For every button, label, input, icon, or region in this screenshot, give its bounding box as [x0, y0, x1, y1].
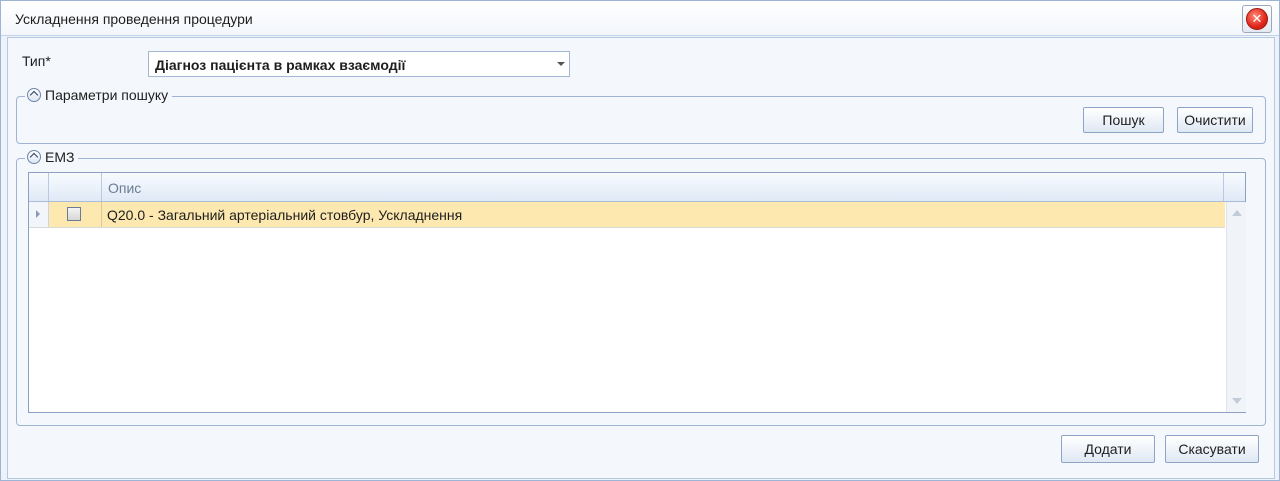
type-dropdown-value: Діагноз пацієнта в рамках взаємодії	[155, 57, 406, 73]
row-description: Q20.0 - Загальний артеріальний стовбур, …	[107, 207, 463, 223]
cancel-button[interactable]: Скасувати	[1165, 435, 1259, 463]
row-checkbox[interactable]	[67, 207, 81, 221]
collapse-icon[interactable]	[27, 150, 41, 164]
grid-header-description[interactable]: Опис	[102, 173, 1224, 201]
grid-header-indicator	[29, 173, 49, 201]
title-bar: Ускладнення проведення процедури ✕	[1, 1, 1279, 36]
clear-button[interactable]: Очистити	[1177, 107, 1253, 133]
dialog-title: Ускладнення проведення процедури	[15, 11, 253, 27]
close-icon: ✕	[1246, 8, 1268, 30]
dialog-content: Тип* Діагноз пацієнта в рамках взаємодії…	[7, 37, 1275, 479]
type-label: Тип*	[22, 53, 51, 69]
search-parameters-legend[interactable]: Параметри пошуку	[25, 87, 173, 103]
grid-header: Опис	[29, 173, 1245, 202]
chevron-down-icon[interactable]	[557, 62, 565, 66]
emz-title: ЕМЗ	[45, 149, 75, 165]
grid-header-select[interactable]	[49, 173, 102, 201]
search-button[interactable]: Пошук	[1083, 107, 1164, 133]
collapse-icon[interactable]	[27, 88, 41, 102]
add-button[interactable]: Додати	[1061, 435, 1155, 463]
emz-grid: Опис Q20.0 - Загальний артеріальний стов…	[28, 172, 1246, 413]
grid-vertical-scrollbar[interactable]	[1226, 202, 1246, 412]
table-row[interactable]: Q20.0 - Загальний артеріальний стовбур, …	[29, 202, 1225, 228]
search-parameters-group: Параметри пошуку Пошук Очистити	[16, 87, 1266, 144]
emz-legend[interactable]: ЕМЗ	[25, 149, 79, 165]
scroll-down-icon[interactable]	[1232, 398, 1242, 404]
row-pointer-icon	[36, 210, 40, 218]
type-dropdown[interactable]: Діагноз пацієнта в рамках взаємодії	[148, 51, 570, 77]
close-button[interactable]: ✕	[1242, 5, 1272, 33]
scroll-up-icon[interactable]	[1232, 210, 1242, 216]
dialog-window: Ускладнення проведення процедури ✕ Тип* …	[0, 0, 1280, 481]
search-parameters-title: Параметри пошуку	[45, 87, 169, 103]
row-indicator	[29, 202, 49, 227]
row-select-cell	[49, 202, 102, 227]
